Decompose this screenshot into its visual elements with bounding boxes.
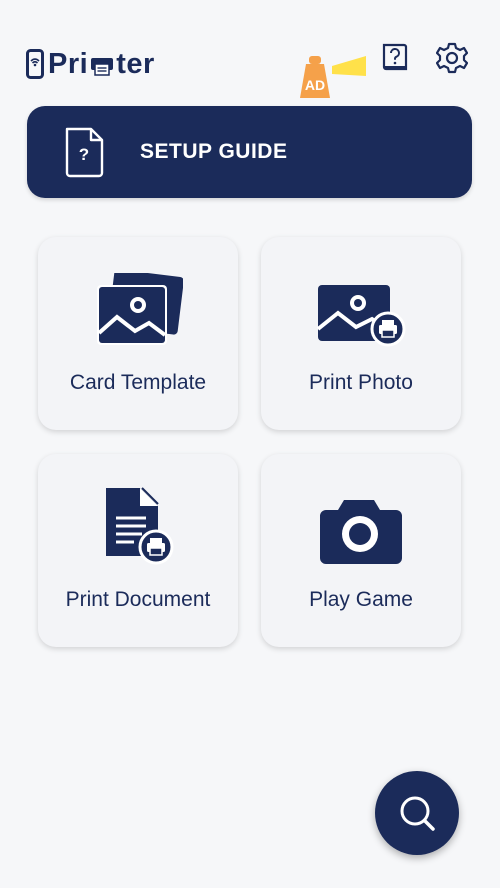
setup-guide-label: SETUP GUIDE (140, 140, 288, 163)
app-name: Pri ter (48, 48, 155, 81)
print-photo-card[interactable]: Print Photo (261, 237, 461, 430)
help-document-icon: ? (65, 127, 104, 178)
svg-text:?: ? (79, 145, 89, 164)
print-photo-label: Print Photo (309, 371, 413, 394)
gear-icon[interactable] (436, 42, 468, 74)
ad-label: AD (305, 77, 325, 93)
phone-wifi-icon (26, 49, 44, 79)
photo-print-icon (316, 285, 406, 347)
document-print-icon (106, 487, 174, 565)
card-template-card[interactable]: Card Template (38, 237, 238, 430)
printer-icon (91, 58, 114, 76)
app-header: Pri ter AD (0, 0, 500, 110)
ad-badge[interactable]: AD (296, 52, 366, 100)
photos-stack-icon (97, 273, 183, 345)
app-name-part-1: Pri (48, 47, 89, 80)
card-template-label: Card Template (69, 371, 207, 394)
play-game-label: Play Game (309, 588, 413, 611)
play-game-card[interactable]: Play Game (261, 454, 461, 647)
search-button[interactable] (375, 771, 459, 855)
search-icon (400, 796, 435, 831)
setup-guide-button[interactable]: ? SETUP GUIDE (27, 106, 472, 198)
app-name-part-2: ter (116, 47, 155, 80)
print-document-label: Print Document (65, 588, 211, 611)
print-document-card[interactable]: Print Document (38, 454, 238, 647)
camera-icon (320, 500, 402, 564)
help-book-icon[interactable] (380, 42, 410, 74)
app-logo: Pri ter (26, 44, 155, 84)
